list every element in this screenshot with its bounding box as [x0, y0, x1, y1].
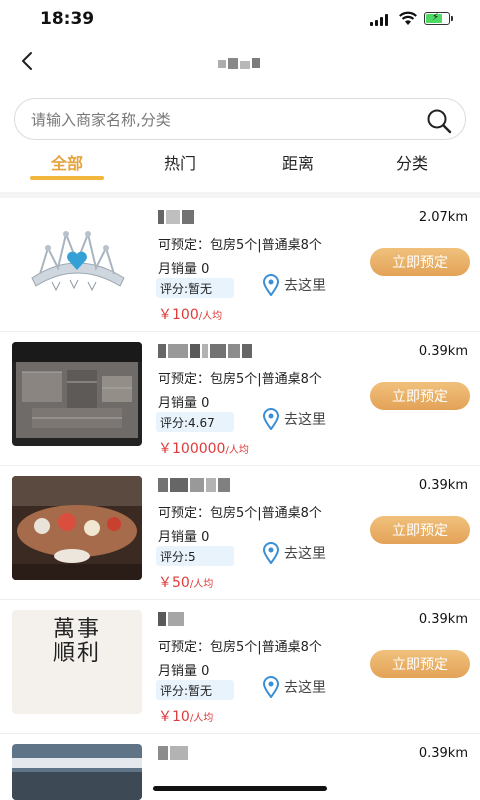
banquet-photo	[12, 476, 142, 580]
back-button[interactable]	[12, 46, 42, 76]
shop-distance: 2.07km	[418, 210, 468, 225]
book-now-button[interactable]: 立即预定	[370, 516, 470, 544]
shop-distance: 0.39km	[418, 478, 468, 493]
shop-monthly-sales: 月销量 0	[158, 396, 210, 411]
shop-thumbnail-banquet	[12, 476, 142, 580]
location-pin-icon	[262, 542, 280, 564]
home-indicator	[153, 786, 327, 791]
shop-thumbnail-building	[12, 744, 142, 800]
battery-tip	[451, 16, 453, 21]
nav-bar	[0, 40, 480, 84]
search-icon[interactable]	[425, 107, 453, 135]
status-bar: 18:39 ⚡	[0, 0, 480, 40]
shop-rating: 评分:暂无	[156, 278, 234, 298]
search-input[interactable]	[31, 109, 391, 131]
shop-distance: 0.39km	[418, 344, 468, 359]
shop-monthly-sales: 月销量 0	[158, 530, 210, 545]
shop-booking-info: 可预定：包房5个|普通桌8个	[158, 506, 322, 521]
shop-rating: 评分:5	[156, 546, 234, 566]
shop-distance: 0.39km	[418, 612, 468, 627]
book-now-button[interactable]: 立即预定	[370, 650, 470, 678]
shop-booking-info: 可预定：包房5个|普通桌8个	[158, 640, 322, 655]
shop-booking-info: 可预定：包房5个|普通桌8个	[158, 238, 322, 253]
shop-monthly-sales: 月销量 0	[158, 262, 210, 277]
location-pin-icon	[262, 274, 280, 296]
tab-distance[interactable]: 距离	[258, 148, 338, 188]
tab-category[interactable]: 分类	[372, 148, 452, 188]
page-title-redacted	[218, 58, 260, 69]
tab-all[interactable]: 全部	[27, 148, 107, 188]
book-now-button[interactable]: 立即预定	[370, 382, 470, 410]
shop-rating: 评分:暂无	[156, 680, 234, 700]
shop-price: ￥10/人均	[158, 709, 214, 725]
go-here-link[interactable]: 去这里	[262, 274, 326, 296]
shop-distance: 0.39km	[418, 746, 468, 761]
shop-name-redacted	[158, 344, 252, 360]
go-here-link[interactable]: 去这里	[262, 542, 326, 564]
wifi-icon	[399, 11, 417, 25]
shop-name-redacted	[158, 478, 230, 494]
shop-list-item[interactable]: 2.07km 可预定：包房5个|普通桌8个 月销量 0 评分:暂无 去这里 ￥1…	[0, 198, 480, 332]
shop-list-item[interactable]: 0.39km 可预定：包房5个|普通桌8个 月销量 0 评分:4.67 去这里 …	[0, 332, 480, 466]
charging-icon: ⚡	[432, 12, 440, 23]
go-here-link[interactable]: 去这里	[262, 676, 326, 698]
book-now-button[interactable]: 立即预定	[370, 248, 470, 276]
shop-thumbnail-calligraphy: 萬事順利	[12, 610, 142, 714]
search-box[interactable]	[14, 98, 466, 140]
shop-list-item[interactable]: 萬事順利 0.39km 可预定：包房5个|普通桌8个 月销量 0 评分:暂无 去…	[0, 600, 480, 734]
location-pin-icon	[262, 676, 280, 698]
shop-thumbnail-crown	[12, 208, 142, 312]
filter-tabs: 全部 热门 距离 分类	[0, 148, 480, 188]
shop-thumbnail-floorplan	[12, 342, 142, 446]
location-pin-icon	[262, 408, 280, 430]
floorplan-photo	[12, 342, 142, 446]
shop-list-item[interactable]: 0.39km 可预定：包房5个|普通桌8个 月销量 0 评分:5 去这里 ￥50…	[0, 466, 480, 600]
building-photo	[12, 744, 142, 800]
shop-monthly-sales: 月销量 0	[158, 664, 210, 679]
shop-name-redacted	[158, 746, 188, 762]
calligraphy-image: 萬事順利	[53, 617, 102, 666]
shop-price: ￥100000/人均	[158, 441, 249, 457]
shop-name-redacted	[158, 210, 194, 226]
status-time: 18:39	[40, 9, 95, 29]
shop-price: ￥100/人均	[158, 307, 223, 323]
chevron-left-icon	[22, 52, 32, 70]
shop-booking-info: 可预定：包房5个|普通桌8个	[158, 372, 322, 387]
shop-name-redacted	[158, 612, 184, 628]
go-here-link[interactable]: 去这里	[262, 408, 326, 430]
tab-active-indicator	[30, 176, 104, 180]
shop-rating: 评分:4.67	[156, 412, 234, 432]
crown-icon	[12, 208, 142, 312]
tab-hot[interactable]: 热门	[140, 148, 220, 188]
signal-icon	[370, 14, 388, 26]
shop-price: ￥50/人均	[158, 575, 214, 591]
